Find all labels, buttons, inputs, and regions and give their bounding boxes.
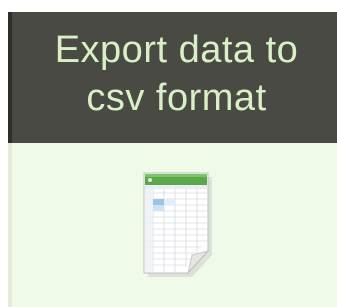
title-line-1: Export data to — [54, 29, 299, 71]
export-title: Export data to csv format — [16, 26, 337, 122]
export-card: Export data to csv format — [0, 0, 337, 307]
top-margin — [0, 0, 337, 12]
left-margin — [0, 0, 8, 307]
export-header: Export data to csv format — [8, 12, 337, 143]
spreadsheet-file-icon[interactable] — [140, 171, 216, 279]
export-panel — [8, 143, 337, 307]
title-line-2: csv format — [86, 77, 267, 119]
